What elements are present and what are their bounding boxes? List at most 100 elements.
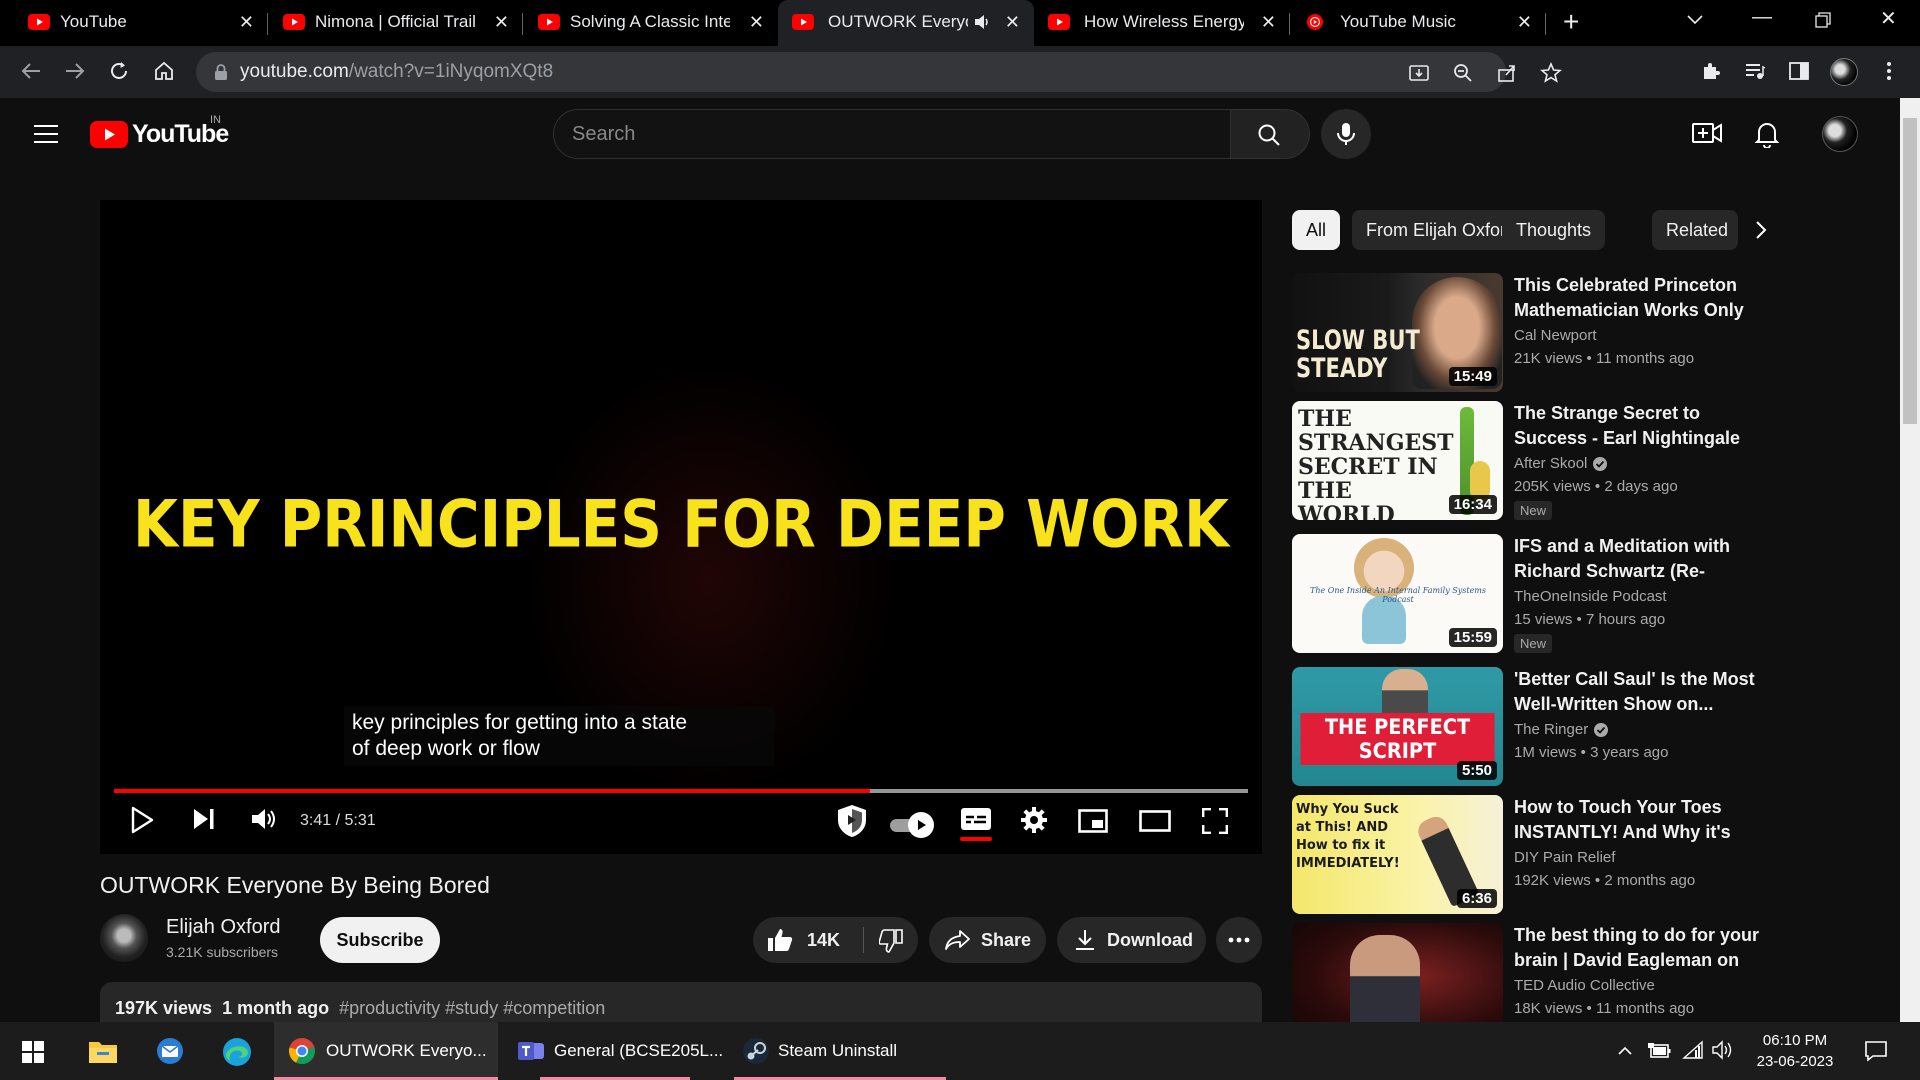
- chevron-right-icon[interactable]: [1755, 220, 1767, 240]
- home-icon[interactable]: [153, 60, 175, 82]
- edge-browser-icon[interactable]: [222, 1037, 252, 1067]
- recommendation-channel[interactable]: Cal Newport: [1514, 327, 1597, 344]
- close-tab-icon[interactable]: ✕: [494, 12, 509, 33]
- install-app-icon[interactable]: [1408, 62, 1430, 84]
- thumbs-down-icon[interactable]: [879, 929, 903, 953]
- recommendation-title[interactable]: This Celebrated Princeton Mathematician …: [1514, 273, 1764, 323]
- recommendation-item[interactable]: The One Inside An Internal Family System…: [1292, 534, 1762, 654]
- extensions-puzzle-icon[interactable]: [1700, 60, 1722, 82]
- recommendation-title[interactable]: The best thing to do for your brain | Da…: [1514, 923, 1762, 973]
- tab-search-chevron-icon[interactable]: [1686, 14, 1704, 26]
- download-button[interactable]: Download: [1057, 917, 1206, 963]
- close-tab-icon[interactable]: ✕: [1005, 12, 1020, 33]
- profile-avatar[interactable]: [1830, 58, 1858, 86]
- close-tab-icon[interactable]: ✕: [749, 12, 764, 33]
- hashtags[interactable]: #productivity #study #competition: [339, 998, 605, 1018]
- play-icon[interactable]: [130, 806, 154, 834]
- recommendation-item[interactable]: THE PERFECT SCRIPT 5:50 'Better Call Sau…: [1292, 667, 1762, 787]
- channel-avatar[interactable]: [100, 914, 148, 962]
- recommendation-item[interactable]: Why You Suck at This! AND How to fix it …: [1292, 795, 1762, 915]
- next-video-icon[interactable]: [192, 806, 216, 832]
- progress-bar[interactable]: [114, 789, 1248, 793]
- video-thumbnail[interactable]: [1292, 923, 1503, 1022]
- more-actions-button[interactable]: [1216, 917, 1262, 963]
- bookmark-star-icon[interactable]: [1540, 62, 1562, 84]
- tray-chevron-up-icon[interactable]: [1617, 1046, 1633, 1056]
- recommendation-channel[interactable]: TED Audio Collective: [1514, 977, 1655, 994]
- tab-youtube[interactable]: YouTube ✕: [0, 0, 268, 46]
- recommendation-title[interactable]: 'Better Call Saul' Is the Most Well-Writ…: [1514, 667, 1764, 717]
- create-video-icon[interactable]: [1692, 120, 1722, 146]
- zoom-icon[interactable]: [1452, 62, 1474, 84]
- video-thumbnail[interactable]: Why You Suck at This! AND How to fix it …: [1292, 795, 1503, 914]
- taskbar-chrome-window[interactable]: OUTWORK Everyo...: [274, 1022, 498, 1080]
- settings-gear-icon[interactable]: [1020, 806, 1048, 834]
- video-thumbnail[interactable]: The One Inside An Internal Family System…: [1292, 534, 1503, 653]
- recommendation-item[interactable]: THE STRANGEST SECRET IN THE WORLD 16:34 …: [1292, 401, 1762, 521]
- close-tab-icon[interactable]: ✕: [1517, 12, 1532, 33]
- video-thumbnail[interactable]: SLOW BUT STEADY 15:49: [1292, 273, 1503, 392]
- ad-shield-icon[interactable]: [834, 803, 870, 839]
- autoplay-toggle[interactable]: [890, 812, 934, 838]
- volume-tray-icon[interactable]: [1712, 1040, 1734, 1060]
- video-thumbnail[interactable]: THE STRANGEST SECRET IN THE WORLD 16:34: [1292, 401, 1503, 520]
- close-tab-icon[interactable]: ✕: [1261, 12, 1276, 33]
- subtitles-button[interactable]: [960, 807, 992, 841]
- speaker-icon[interactable]: [974, 14, 992, 30]
- taskbar-teams-window[interactable]: General (BCSE205L...: [504, 1022, 726, 1080]
- minimize-window-button[interactable]: —: [1752, 6, 1772, 29]
- file-explorer-icon[interactable]: [88, 1038, 118, 1064]
- recommendation-channel[interactable]: After Skool: [1514, 455, 1608, 472]
- address-bar[interactable]: youtube.com/watch?v=1iNyqomXQt8: [196, 52, 1562, 92]
- hamburger-menu-icon[interactable]: [34, 124, 58, 144]
- chrome-menu-icon[interactable]: [1886, 60, 1892, 82]
- like-button[interactable]: 14K: [753, 917, 863, 963]
- side-panel-icon[interactable]: [1788, 60, 1810, 82]
- youtube-logo[interactable]: YouTube IN: [90, 114, 229, 149]
- wifi-icon[interactable]: [1682, 1040, 1704, 1060]
- taskbar-steam-window[interactable]: Steam Uninstall: [734, 1022, 946, 1080]
- recommendation-title[interactable]: How to Touch Your Toes INSTANTLY! And Wh…: [1514, 795, 1764, 845]
- tab-wireless-energy[interactable]: How Wireless Energy F ✕: [1034, 0, 1290, 46]
- chip-all[interactable]: All: [1292, 210, 1341, 250]
- volume-icon[interactable]: [250, 806, 278, 832]
- forward-arrow-icon[interactable]: [64, 60, 86, 82]
- channel-name[interactable]: Elijah Oxford: [166, 916, 281, 939]
- tab-youtube-music[interactable]: YouTube Music ✕: [1290, 0, 1546, 46]
- page-scrollbar[interactable]: [1900, 98, 1920, 1022]
- chip-related[interactable]: Related: [1652, 210, 1738, 250]
- search-input[interactable]: [572, 120, 1212, 148]
- share-button[interactable]: Share: [929, 917, 1046, 963]
- recommendation-channel[interactable]: DIY Pain Relief: [1514, 849, 1615, 866]
- notifications-center-icon[interactable]: [1864, 1039, 1888, 1063]
- recommendation-channel[interactable]: The Ringer: [1514, 721, 1609, 738]
- recommendation-item[interactable]: The best thing to do for your brain | Da…: [1292, 923, 1762, 1022]
- chip-thoughts[interactable]: Thoughts: [1502, 210, 1606, 250]
- system-clock[interactable]: 06:10 PM 23-06-2023: [1745, 1030, 1845, 1072]
- mail-app-icon[interactable]: [155, 1037, 185, 1065]
- notifications-bell-icon[interactable]: [1754, 120, 1780, 148]
- windows-start-icon[interactable]: [22, 1041, 44, 1063]
- back-arrow-icon[interactable]: [20, 60, 42, 82]
- recommendation-item[interactable]: SLOW BUT STEADY 15:49 This Celebrated Pr…: [1292, 273, 1762, 393]
- restore-window-icon[interactable]: [1815, 12, 1831, 28]
- recommendation-title[interactable]: IFS and a Meditation with Richard Schwar…: [1514, 534, 1764, 584]
- theater-mode-icon[interactable]: [1139, 810, 1171, 832]
- search-button[interactable]: [1231, 109, 1310, 159]
- recommendation-title[interactable]: The Strange Secret to Success - Earl Nig…: [1514, 401, 1764, 451]
- tab-nimona[interactable]: Nimona | Official Traile ✕: [255, 0, 523, 46]
- voice-search-button[interactable]: [1321, 109, 1371, 159]
- share-page-icon[interactable]: [1496, 62, 1518, 84]
- battery-icon[interactable]: [1648, 1042, 1672, 1060]
- tab-outwork-active[interactable]: OUTWORK Everyo ✕: [778, 0, 1034, 46]
- video-thumbnail[interactable]: THE PERFECT SCRIPT 5:50: [1292, 667, 1503, 786]
- miniplayer-icon[interactable]: [1078, 809, 1108, 833]
- subscribe-button[interactable]: Subscribe: [320, 917, 440, 963]
- close-tab-icon[interactable]: ✕: [239, 12, 254, 33]
- account-avatar[interactable]: [1822, 116, 1858, 152]
- video-player[interactable]: KEY PRINCIPLES FOR DEEP WORK key princip…: [100, 200, 1262, 854]
- media-queue-icon[interactable]: [1744, 60, 1766, 82]
- tab-solving-classic[interactable]: Solving A Classic Interv ✕: [510, 0, 778, 46]
- recommendation-channel[interactable]: TheOneInside Podcast: [1514, 588, 1667, 605]
- reload-icon[interactable]: [108, 60, 130, 82]
